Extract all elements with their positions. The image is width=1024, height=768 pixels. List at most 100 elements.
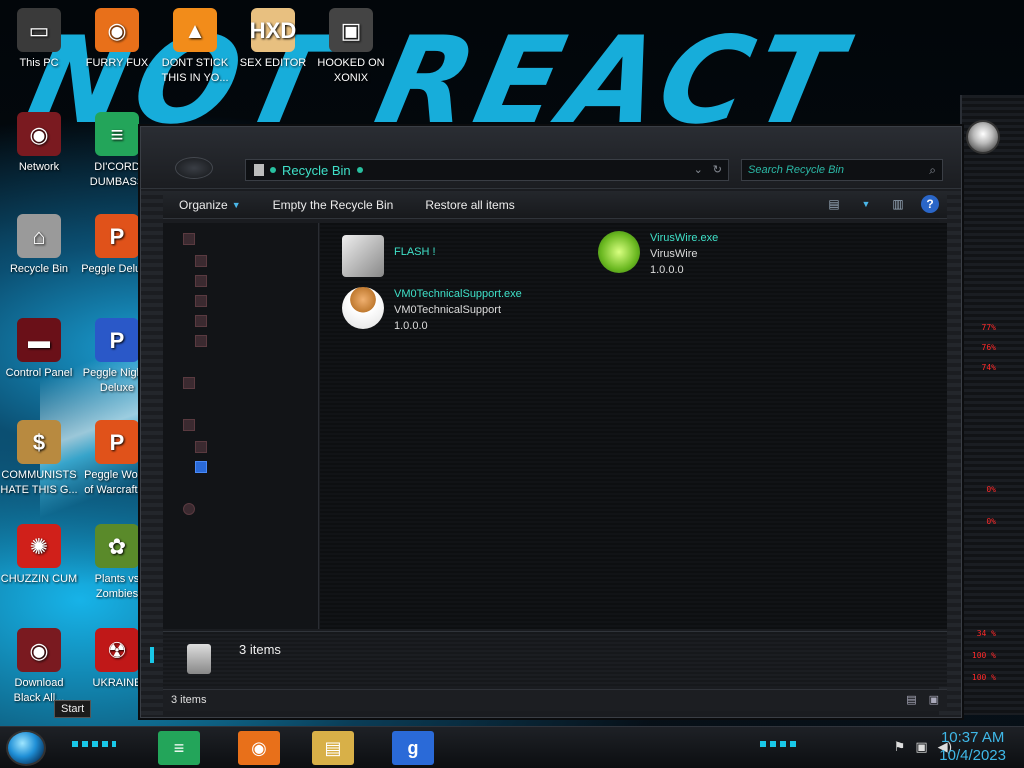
frame-light (150, 647, 154, 663)
breadcrumb-separator-icon[interactable] (356, 167, 363, 173)
desktop-icon-label: SEX EDITOR (239, 57, 307, 69)
folder-icon (195, 275, 207, 287)
app-icon: ▬ (17, 318, 61, 362)
desktop-icon[interactable]: ▬ Control Panel (0, 318, 78, 381)
desktop-icon[interactable]: ◉ FURRY FUX (78, 8, 156, 71)
view-dropdown-icon[interactable]: ▼ (857, 195, 875, 213)
file-list: FLASH ! VirusWire.exe VirusWire 1.0.0.0 … (320, 223, 947, 629)
app-icon: ≡ (95, 112, 139, 156)
file-item[interactable]: VirusWire.exe VirusWire 1.0.0.0 (598, 231, 718, 278)
refresh-icon[interactable]: ↻ (713, 163, 722, 176)
flag-icon[interactable]: ⚑ (894, 739, 906, 755)
file-description: VM0TechnicalSupport (394, 304, 502, 316)
side-stat: 76% (981, 343, 996, 352)
restore-all-button[interactable]: Restore all items (409, 191, 530, 218)
app-icon: $ (17, 420, 61, 464)
navigation-pane (163, 223, 319, 629)
preview-pane-icon[interactable]: ▥ (889, 195, 907, 213)
folder-icon (195, 295, 207, 307)
taskbar-app-discord[interactable]: ≡ (158, 731, 200, 765)
search-input[interactable] (748, 164, 918, 176)
desktop-icon-label: Control Panel (5, 367, 73, 379)
nav-item[interactable] (195, 255, 207, 267)
favorites-icon (183, 233, 195, 245)
desktop-icon[interactable]: ◉ Network (0, 112, 78, 175)
gmod-drive-icon (195, 461, 207, 473)
view-options-icon[interactable]: ▤ (825, 195, 843, 213)
app-icon: ◉ (17, 112, 61, 156)
nav-item[interactable] (195, 295, 207, 307)
flash-file-icon (342, 235, 384, 277)
desktop-icon[interactable]: $ COMMUNISTS HATE THIS G... (0, 420, 78, 498)
desktop-icon[interactable]: ▲ DONT STICK THIS IN YO... (156, 8, 234, 86)
taskbar: ≡ ◉ ▤ g ⚑ ▣ ◀) 10:37 AM 10/4/2023 (0, 726, 1024, 768)
computer-icon (183, 419, 195, 431)
large-icons-view-icon[interactable]: ▣ (929, 693, 939, 706)
side-stat: 34 % (976, 629, 996, 638)
desktop-icon-label: FURRY FUX (85, 57, 149, 69)
details-pane: 3 items (163, 631, 947, 687)
empty-recycle-bin-button[interactable]: Empty the Recycle Bin (257, 191, 410, 218)
side-stat: 74% (981, 363, 996, 372)
side-stat: 77% (981, 323, 996, 332)
app-icon: P (95, 420, 139, 464)
file-version: 1.0.0.0 (650, 264, 684, 276)
app-icon: P (95, 214, 139, 258)
nav-item[interactable] (195, 335, 207, 347)
window-frame-left (141, 127, 163, 717)
taskbar-app-gmod[interactable]: g (392, 731, 434, 765)
taskbar-decoration (760, 741, 800, 747)
search-box[interactable]: ⌕ (741, 159, 943, 181)
desktop-icon-label: COMMUNISTS HATE THIS G... (0, 469, 78, 496)
taskbar-app-file-explorer[interactable]: ▤ (312, 731, 354, 765)
nav-item[interactable] (195, 275, 207, 287)
app-icon: ✺ (17, 524, 61, 568)
nav-item[interactable] (195, 441, 207, 453)
address-location[interactable]: Recycle Bin (282, 163, 351, 178)
side-stat: 100 % (971, 673, 996, 682)
details-item-count: 3 items (239, 642, 281, 657)
nav-item[interactable] (195, 461, 207, 473)
command-bar: Organize ▼ Empty the Recycle Bin Restore… (163, 191, 947, 219)
nav-item[interactable] (183, 233, 195, 245)
nav-item[interactable] (183, 419, 195, 431)
restore-label: Restore all items (425, 197, 515, 212)
search-icon[interactable]: ⌕ (929, 163, 936, 178)
desktop-icon[interactable]: ▭ This PC (0, 8, 78, 71)
app-icon: ☢ (95, 628, 139, 672)
recycle-bin-window: Recycle Bin ⌄ ↻ ⌕ Organize ▼ Empty the R… (140, 126, 962, 718)
desktop-icon[interactable]: ✺ CHUZZIN CUM (0, 524, 78, 587)
start-button[interactable] (6, 730, 46, 766)
address-dropdown-icon[interactable]: ⌄ (694, 163, 703, 176)
app-icon: P (95, 318, 139, 362)
desktop-icon[interactable]: ⌂ Recycle Bin (0, 214, 78, 277)
homegroup-icon (183, 377, 195, 389)
folder-icon (195, 315, 207, 327)
file-version: 1.0.0.0 (394, 320, 428, 332)
window-titlebar[interactable]: Recycle Bin ⌄ ↻ ⌕ (141, 127, 961, 189)
chevron-down-icon: ▼ (231, 199, 241, 210)
clock[interactable]: 10:37 AM 10/4/2023 (939, 729, 1006, 765)
taskbar-app-firefox[interactable]: ◉ (238, 731, 280, 765)
side-stat: 100 % (971, 651, 996, 660)
desktop-icon[interactable]: ◉ Download Black All... (0, 628, 78, 706)
nav-item[interactable] (195, 315, 207, 327)
nav-item[interactable] (183, 503, 195, 515)
status-item-count: 3 items (171, 694, 207, 706)
desktop-icon-label: This PC (19, 57, 59, 69)
folder-icon (195, 255, 207, 267)
desktop-icon-label: Recycle Bin (9, 263, 69, 275)
desktop-icon-label: Network (18, 161, 60, 173)
desktop-icon[interactable]: HXD SEX EDITOR (234, 8, 312, 71)
details-view-icon[interactable]: ▤ (906, 693, 916, 706)
file-item[interactable]: VM0TechnicalSupport.exe VM0TechnicalSupp… (342, 287, 522, 334)
file-name: FLASH ! (394, 246, 436, 258)
network-tray-icon[interactable]: ▣ (915, 739, 927, 755)
address-bar[interactable]: Recycle Bin ⌄ ↻ (245, 159, 729, 181)
help-icon[interactable]: ? (921, 195, 939, 213)
desktop-icon[interactable]: ▣ HOOKED ON XONIX (312, 8, 390, 86)
organize-button[interactable]: Organize ▼ (163, 191, 257, 218)
nav-item[interactable] (183, 377, 195, 389)
back-forward-icon[interactable] (175, 157, 213, 179)
file-item[interactable]: FLASH ! (342, 235, 436, 277)
